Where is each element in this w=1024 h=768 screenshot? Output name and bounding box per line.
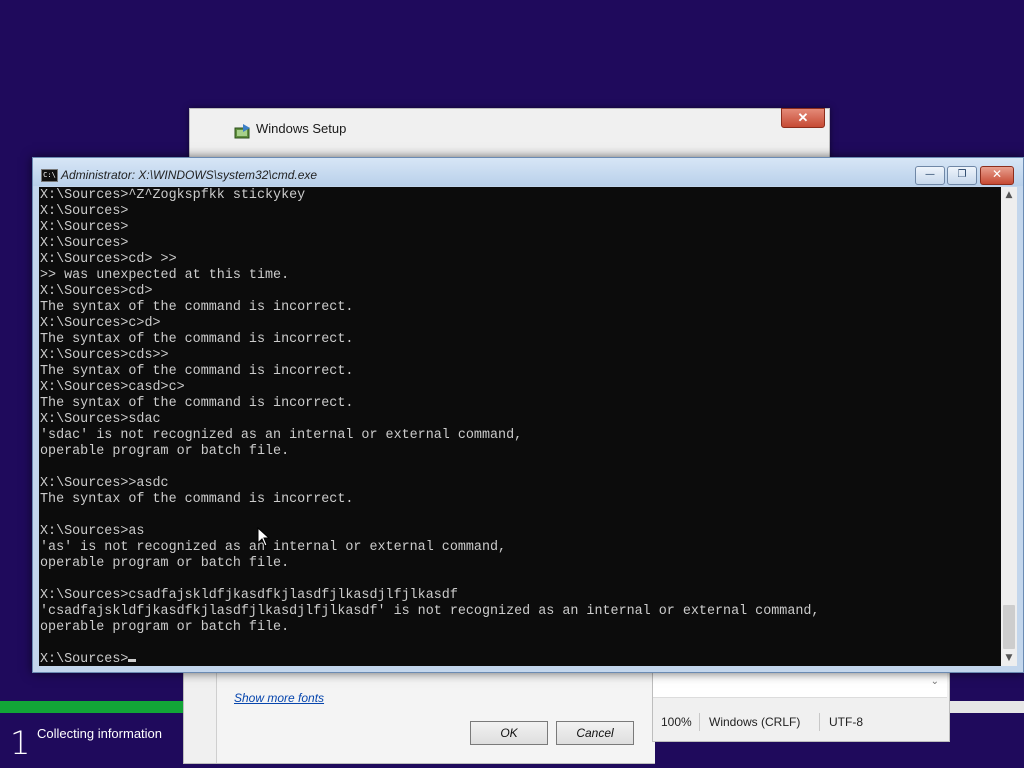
console-line: operable program or batch file. — [40, 556, 290, 571]
console-line: 'csadfajskldfjkasdfkjlasdfjlkasdjlfjlkas… — [40, 604, 820, 619]
console-line: X:\Sources>as — [40, 524, 145, 539]
cmd-window-title: Administrator: X:\WINDOWS\system32\cmd.e… — [61, 168, 318, 182]
status-bar: 100% Windows (CRLF) UTF-8 — [653, 711, 947, 733]
cmd-title-bar[interactable]: C:\ Administrator: X:\WINDOWS\system32\c… — [33, 158, 1023, 186]
font-dialog-panel: Show more fonts OK Cancel — [216, 673, 655, 763]
console-line: X:\Sources>csadfajskldfjkasdfkjlasdfjlka… — [40, 588, 458, 603]
notepad-window: ⌄ 100% Windows (CRLF) UTF-8 — [652, 672, 950, 742]
console-line: operable program or batch file. — [40, 444, 290, 459]
console-line: X:\Sources>^Z^Zogkspfkk stickykey — [40, 188, 306, 203]
console-line: X:\Sources>cds>> — [40, 348, 169, 363]
mouse-pointer-icon — [257, 526, 271, 552]
console-line: X:\Sources> — [40, 204, 129, 219]
console-output[interactable]: X:\Sources>^Z^Zogkspfkk stickykey X:\Sou… — [39, 187, 1001, 666]
console-line: The syntax of the command is incorrect. — [40, 300, 354, 315]
scroll-down-arrow-icon[interactable]: ▼ — [1001, 650, 1017, 666]
scrollbar-thumb[interactable] — [1003, 605, 1015, 649]
console-line: 'sdac' is not recognized as an internal … — [40, 428, 523, 443]
step-1-label: Collecting information — [37, 726, 163, 741]
horizontal-scrollbar[interactable]: ⌄ — [653, 673, 947, 698]
console-line: X:\Sources> — [40, 220, 129, 235]
chevron-down-icon[interactable]: ⌄ — [931, 676, 939, 687]
console-line: X:\Sources>casd>c> — [40, 380, 185, 395]
console-line: X:\Sources>cd> >> — [40, 252, 177, 267]
setup-progress-fill — [0, 701, 185, 713]
console-text: X:\Sources>^Z^Zogkspfkk stickykey X:\Sou… — [40, 188, 819, 666]
console-line: The syntax of the command is incorrect. — [40, 332, 354, 347]
zoom-level: 100% — [661, 715, 692, 729]
console-line: >> was unexpected at this time. — [40, 268, 290, 283]
maximize-button[interactable]: ❐ — [947, 166, 977, 185]
console-line: X:\Sources>cd> — [40, 284, 153, 299]
console-line: X:\Sources> — [40, 236, 129, 251]
console-line: X:\Sources>c>d> — [40, 316, 161, 331]
console-line: The syntax of the command is incorrect. — [40, 492, 354, 507]
text-caret — [128, 659, 137, 662]
step-1-number: 1 — [10, 724, 31, 762]
console-icon: C:\ — [41, 169, 58, 182]
vertical-scrollbar[interactable]: ▲ ▼ — [1001, 187, 1017, 666]
console-line: 'as' is not recognized as an internal or… — [40, 540, 507, 555]
console-line: The syntax of the command is incorrect. — [40, 364, 354, 379]
minimize-button[interactable]: — — [915, 166, 945, 185]
console-line: X:\Sources>sdac — [40, 412, 161, 427]
scroll-up-arrow-icon[interactable]: ▲ — [1001, 187, 1017, 203]
setup-close-button[interactable]: ✕ — [781, 108, 825, 128]
close-button[interactable]: ✕ — [980, 166, 1014, 185]
setup-window-title: Windows Setup — [256, 121, 347, 136]
show-more-fonts-link[interactable]: Show more fonts — [234, 691, 324, 705]
cmd-window: C:\ Administrator: X:\WINDOWS\system32\c… — [32, 157, 1024, 673]
console-line: X:\Sources>>asdc — [40, 476, 169, 491]
font-dialog: Show more fonts OK Cancel — [183, 672, 655, 764]
console-prompt: X:\Sources> — [40, 652, 129, 666]
console-line: operable program or batch file. — [40, 620, 290, 635]
line-ending: Windows (CRLF) — [709, 715, 801, 729]
encoding: UTF-8 — [829, 715, 863, 729]
setup-icon — [234, 123, 252, 144]
console-line: The syntax of the command is incorrect. — [40, 396, 354, 411]
cancel-button[interactable]: Cancel — [556, 721, 634, 745]
ok-button[interactable]: OK — [470, 721, 548, 745]
